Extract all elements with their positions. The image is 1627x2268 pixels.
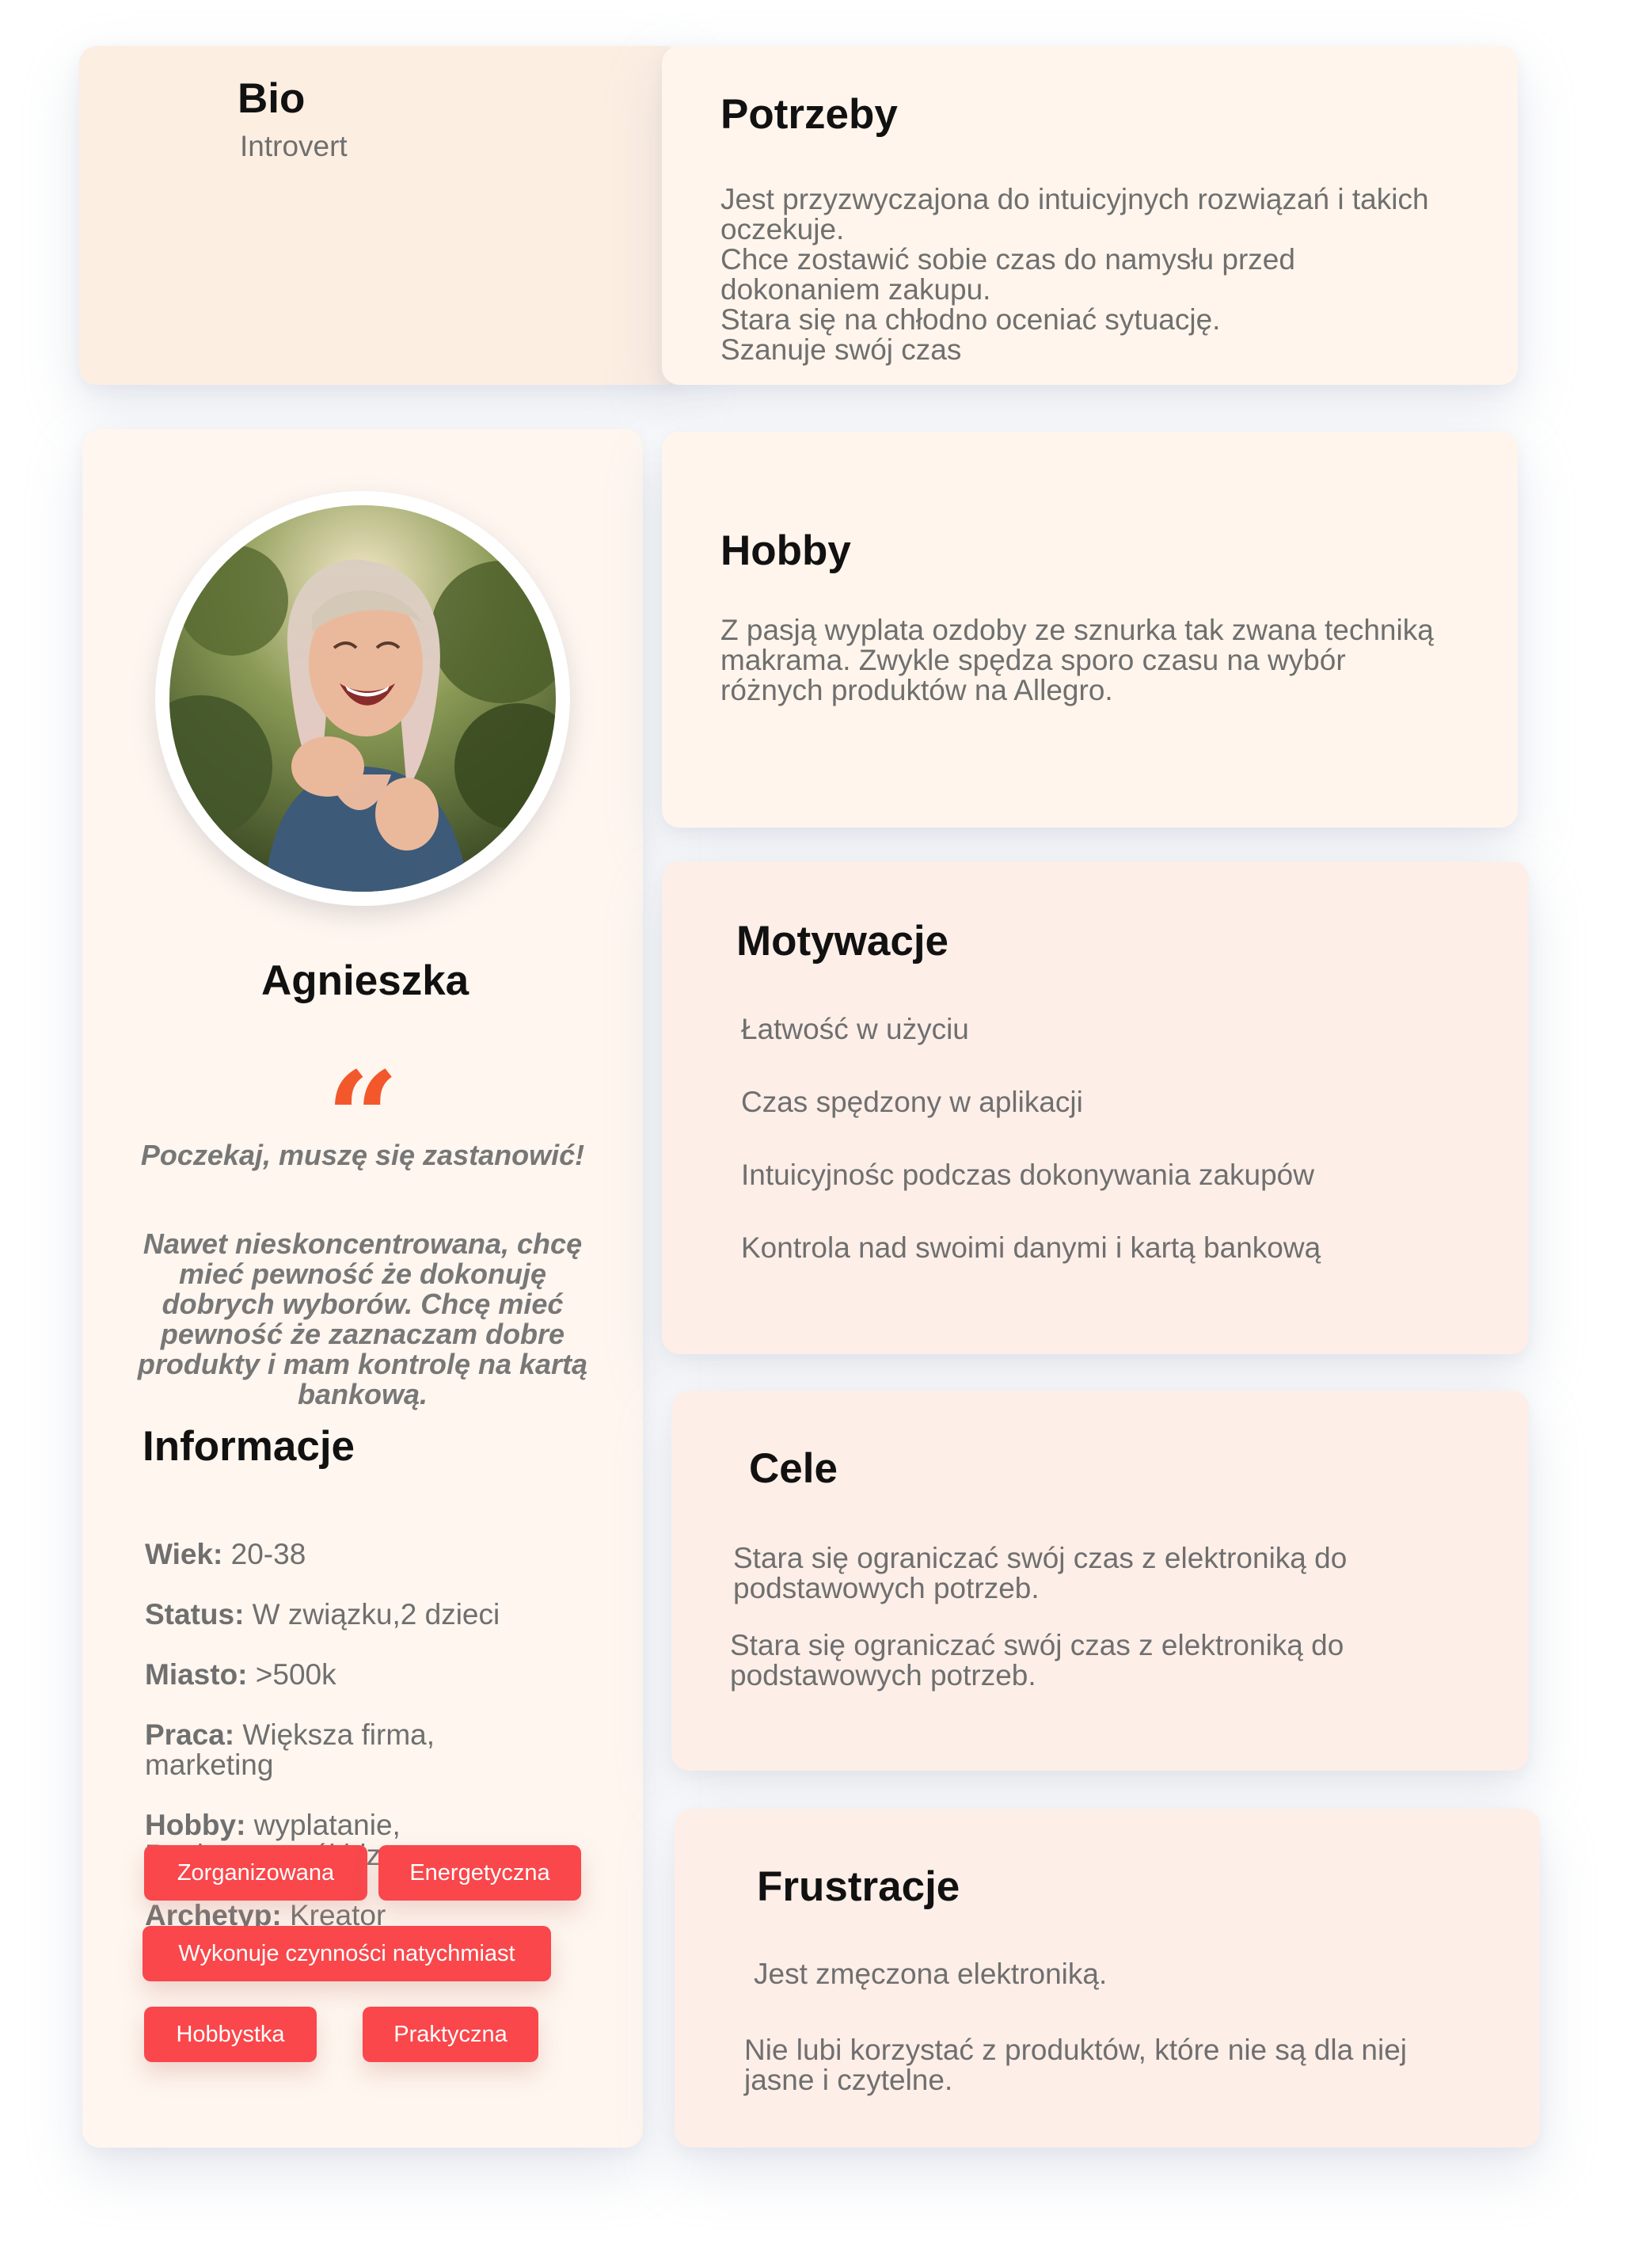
hobby-title: Hobby xyxy=(720,527,851,574)
frustrations-card: Frustracje Jest zmęczona elektroniką. Ni… xyxy=(675,1809,1540,2148)
motivations-title: Motywacje xyxy=(736,918,949,965)
tag-hobbystka: Hobbystka xyxy=(144,2007,317,2062)
motivation-item: Kontrola nad swoimi danymi i kartą banko… xyxy=(741,1231,1321,1264)
tag-praktyczna: Praktyczna xyxy=(363,2007,538,2062)
info-row-job: Praca: Większa firma, marketing xyxy=(145,1718,435,1781)
hobby-text: Z pasją wyplata ozdoby ze sznurka tak zw… xyxy=(720,614,1434,706)
motivation-item: Łatwość w użyciu xyxy=(741,1013,969,1045)
info-row-status: Status: W związku,2 dzieci xyxy=(145,1598,500,1631)
hobby-card: Hobby Z pasją wyplata ozdoby ze sznurka … xyxy=(662,432,1518,828)
motivations-card: Motywacje Łatwość w użyciu Czas spędzony… xyxy=(662,862,1529,1354)
profile-statement: Nawet nieskoncentrowana, chcę mieć pewno… xyxy=(137,1227,588,1410)
portrait-image xyxy=(169,505,556,892)
tag-zorganizowana: Zorganizowana xyxy=(144,1845,367,1901)
frustrations-title: Frustracje xyxy=(757,1863,960,1910)
goal-item: Stara się ograniczać swój czas z elektro… xyxy=(730,1629,1344,1691)
bio-card: Bio Introvert xyxy=(79,46,681,385)
goals-title: Cele xyxy=(749,1445,838,1492)
avatar-photo xyxy=(169,505,556,892)
motivation-item: Czas spędzony w aplikacji xyxy=(741,1086,1083,1118)
goal-item: Stara się ograniczać swój czas z elektro… xyxy=(733,1542,1348,1604)
profile-name: Agnieszka xyxy=(261,957,469,1004)
info-row-age: Wiek: 20-38 xyxy=(145,1538,306,1570)
bio-subtitle: Introvert xyxy=(240,130,348,162)
info-title: Informacje xyxy=(143,1423,355,1470)
goals-card: Cele Stara się ograniczać swój czas z el… xyxy=(671,1391,1529,1771)
avatar xyxy=(155,491,570,906)
frustration-item: Nie lubi korzystać z produktów, które ni… xyxy=(744,2034,1408,2096)
bio-title: Bio xyxy=(238,75,306,122)
profile-quote: Poczekaj, muszę się zastanowić! xyxy=(140,1139,585,1171)
info-row-city: Miasto: >500k xyxy=(145,1658,336,1691)
tag-wykonuje-czynnosci: Wykonuje czynności natychmiast xyxy=(143,1926,551,1981)
tag-energetyczna: Energetyczna xyxy=(378,1845,581,1901)
needs-title: Potrzeby xyxy=(720,91,898,138)
needs-card: Potrzeby Jest przyzwyczajona do intuicyj… xyxy=(662,46,1518,385)
motivation-item: Intuicyjnośc podczas dokonywania zakupów xyxy=(741,1159,1314,1191)
frustration-item: Jest zmęczona elektroniką. xyxy=(754,1958,1108,1990)
needs-text: Jest przyzwyczajona do intuicyjnych rozw… xyxy=(720,183,1429,366)
